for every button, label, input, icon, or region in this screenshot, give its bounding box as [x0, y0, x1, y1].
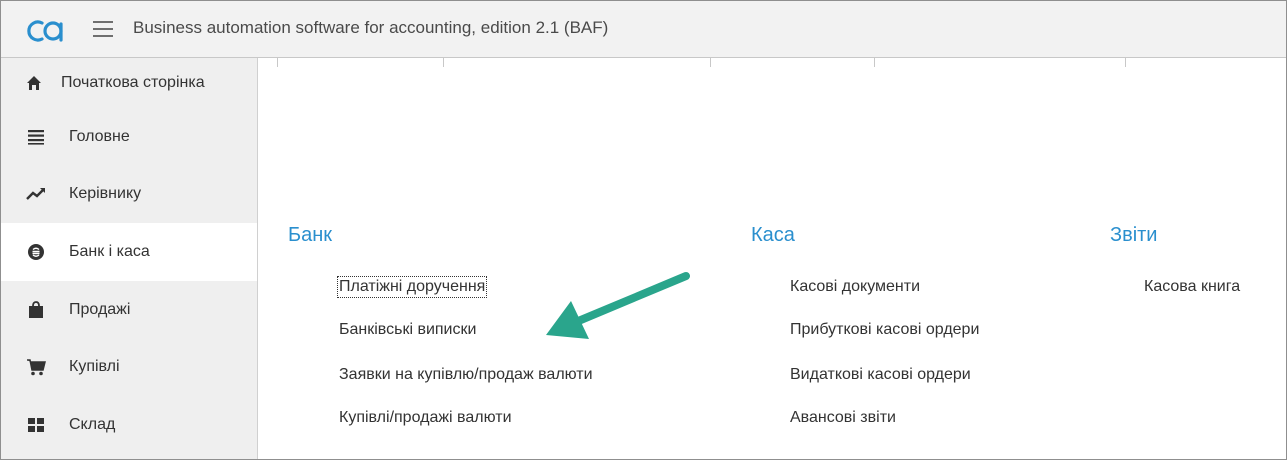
sidebar-item-label: Купівлі [69, 358, 120, 376]
sidebar-item-label: Склад [69, 415, 116, 433]
trend-icon [25, 184, 47, 204]
sidebar-item-label: Продажі [69, 300, 131, 318]
sidebar-item-label: Банк і каса [69, 242, 150, 260]
currency-icon [25, 242, 47, 262]
sidebar-item-bank-cash[interactable]: Банк і каса [1, 223, 257, 281]
link-advance-reports[interactable]: Авансові звіти [790, 409, 896, 427]
baf-logo-icon[interactable] [25, 18, 71, 44]
sidebar-item-label: Початкова сторінка [61, 74, 205, 91]
sidebar-item-label: Головне [69, 127, 130, 145]
home-icon [23, 73, 45, 93]
sidebar-item-main[interactable]: Головне [1, 108, 257, 166]
sidebar-item-warehouse[interactable]: Склад [1, 396, 257, 454]
app-window: Business automation software for account… [0, 0, 1287, 460]
sidebar-item-purchases[interactable]: Купівлі [1, 338, 257, 396]
sidebar-item-home[interactable]: Початкова сторінка [1, 58, 257, 108]
warehouse-icon [25, 415, 47, 435]
sidebar: Початкова сторінка Головне Керівнику Бан… [1, 58, 258, 459]
link-currency-requests[interactable]: Заявки на купівлю/продаж валюти [339, 366, 593, 384]
link-cash-receipts[interactable]: Прибуткові касові ордери [790, 321, 979, 339]
app-title: Business automation software for account… [133, 18, 609, 37]
content-area: Банк Платіжні доручення Банківські випис… [258, 58, 1286, 459]
link-currency-trades[interactable]: Купівлі/продажі валюти [339, 409, 512, 427]
list-icon [25, 127, 47, 147]
sidebar-item-label: Керівнику [69, 185, 142, 203]
hamburger-icon[interactable] [93, 21, 113, 37]
sidebar-item-manager[interactable]: Керівнику [1, 166, 257, 224]
link-bank-statements[interactable]: Банківські виписки [339, 321, 476, 339]
header-bar: Business automation software for account… [1, 1, 1286, 58]
link-payment-orders[interactable]: Платіжні доручення [336, 276, 488, 298]
section-title-reports: Звіти [1110, 224, 1158, 246]
section-title-bank: Банк [288, 224, 333, 246]
cart-icon [25, 357, 47, 377]
link-cash-book[interactable]: Касова книга [1144, 278, 1240, 296]
pointer-arrow-icon [546, 272, 690, 339]
shopping-bag-icon [25, 300, 47, 320]
sidebar-item-sales[interactable]: Продажі [1, 281, 257, 339]
section-title-cash: Каса [751, 224, 795, 246]
link-cash-expenses[interactable]: Видаткові касові ордери [790, 366, 971, 384]
link-cash-documents[interactable]: Касові документи [790, 278, 920, 296]
